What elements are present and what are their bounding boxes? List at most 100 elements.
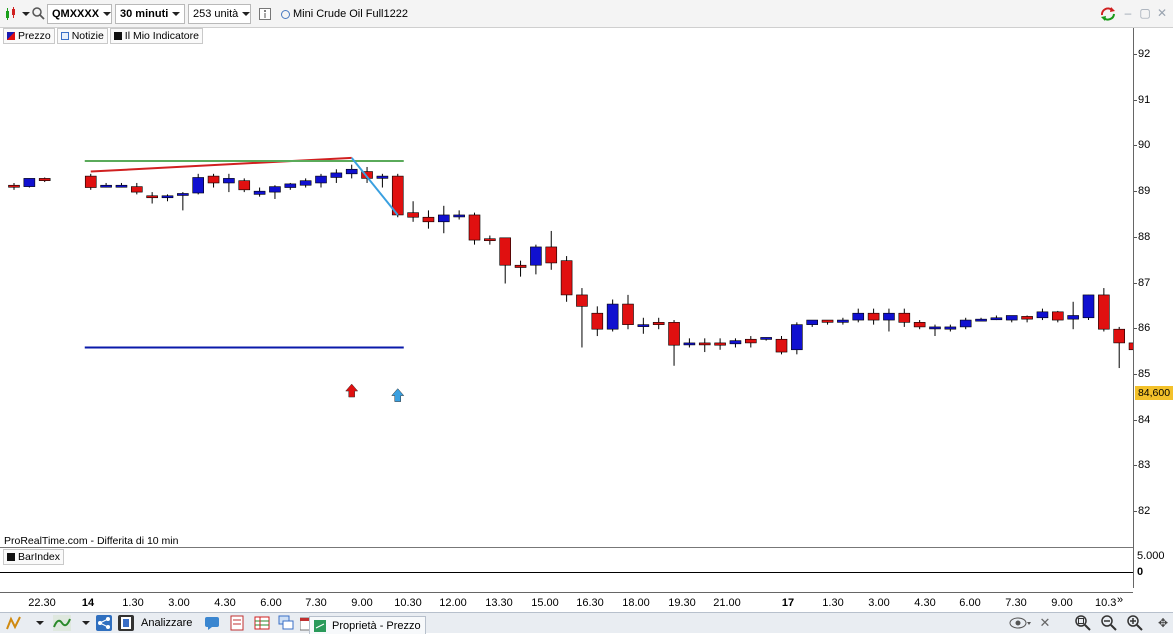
zoom-in-icon[interactable] [1127, 615, 1143, 631]
time-axis-tick: 21.00 [713, 597, 741, 609]
indicator-tool-icon[interactable] [53, 615, 71, 631]
zoom-fit-icon[interactable] [1075, 615, 1091, 631]
indicator-axis-top: 5.000 [1137, 550, 1165, 562]
candle-body [407, 212, 419, 218]
current-price-tag: 84,600 [1135, 386, 1173, 400]
chart-type-caret[interactable] [22, 12, 30, 16]
price-axis[interactable]: 92 91 90 89 88 87 86 85 84 83 82 [1133, 28, 1173, 588]
candle-body [514, 264, 527, 268]
time-axis-tick: 15.00 [531, 597, 559, 609]
indicator-caret[interactable] [82, 621, 90, 627]
candle-body [760, 337, 772, 340]
analyzer-icon[interactable] [118, 615, 134, 631]
candle-body [591, 312, 604, 330]
share-icon[interactable] [96, 615, 112, 631]
candle-body [161, 195, 174, 199]
search-icon[interactable] [31, 6, 45, 20]
candle-body [975, 318, 987, 322]
info-icon[interactable] [259, 8, 271, 20]
visibility-icon[interactable] [1009, 615, 1031, 631]
candle-body [8, 184, 20, 188]
timeframe-select[interactable]: 30 minuti [115, 4, 185, 24]
windows-icon[interactable] [278, 615, 294, 631]
candle-body [744, 338, 757, 344]
time-axis-tick: 19.30 [668, 597, 696, 609]
candle-body [238, 180, 251, 191]
candle-body [115, 184, 128, 188]
units-select[interactable]: 253 unità [188, 4, 251, 24]
close-icon[interactable]: ✕ [1156, 7, 1168, 19]
candle-body [1021, 316, 1033, 320]
panel-divider[interactable] [0, 547, 1133, 548]
candle-body [253, 190, 266, 195]
properties-tab[interactable]: Proprietà - Prezzo [309, 616, 426, 634]
candle-body [990, 317, 1003, 321]
table-icon[interactable] [254, 615, 270, 631]
minimize-icon[interactable]: – [1122, 7, 1134, 19]
time-axis[interactable]: 22.30 14 1.30 3.00 4.30 6.00 7.30 9.00 10.30 12.0… [0, 592, 1133, 612]
candle-body [560, 260, 573, 296]
sync-icon[interactable] [1099, 6, 1117, 22]
candle-body [913, 322, 926, 328]
candle-body [223, 178, 235, 184]
trendline [90, 156, 352, 173]
barindex-swatch-icon [7, 553, 15, 561]
candle-body [422, 216, 435, 223]
candle-body [545, 246, 558, 264]
time-axis-tick: 1.30 [122, 597, 144, 609]
legend-item-barindex[interactable]: BarIndex [3, 549, 65, 565]
properties-icon [314, 620, 326, 632]
candle-body [637, 324, 650, 327]
symbol-value: QMXXXX [52, 8, 100, 20]
zoom-out-icon[interactable] [1101, 615, 1117, 631]
candle-body [606, 303, 619, 330]
candle-body [944, 326, 957, 330]
trendline [350, 157, 399, 216]
candle-body [1113, 328, 1125, 344]
scroll-handle-icon[interactable]: ✥ [1155, 615, 1171, 631]
candle-body [668, 322, 680, 346]
candle-body [484, 238, 496, 242]
candle-body [806, 319, 819, 325]
close-panel-icon[interactable]: ✕ [1037, 615, 1053, 631]
signal-arrow-up-icon [345, 383, 359, 398]
drawing-tool-icon[interactable] [6, 615, 22, 631]
candle-body [453, 214, 465, 218]
symbol-select[interactable]: QMXXXX [47, 4, 112, 24]
instrument-status-icon [281, 10, 290, 19]
candle-body [652, 322, 665, 325]
candle-body [499, 237, 512, 266]
indicator-axis-zero: 0 [1137, 566, 1144, 578]
candle-body [852, 312, 865, 321]
time-axis-tick: 9.00 [351, 597, 373, 609]
price-axis-tick: 83 [1133, 459, 1151, 472]
candle-body [100, 184, 112, 188]
candle-body [269, 186, 281, 193]
candle-body [1005, 315, 1018, 321]
candle-body [437, 214, 450, 223]
time-axis-tick: 6.00 [260, 597, 282, 609]
candle-body [131, 186, 143, 193]
analyzer-button[interactable]: Analizzare [141, 617, 192, 629]
candle-body [23, 178, 36, 187]
maximize-icon[interactable]: ▢ [1139, 7, 1151, 19]
candle-body [84, 175, 97, 188]
price-axis-tick: 82 [1133, 505, 1151, 517]
price-axis-tick: 85 [1133, 367, 1151, 380]
time-axis-tick: 22.30 [28, 597, 56, 609]
time-axis-tick: 12.00 [439, 597, 467, 609]
time-axis-tick: 17 [781, 597, 795, 609]
scroll-right-icon[interactable]: » [1117, 594, 1123, 606]
tool-caret[interactable] [36, 621, 44, 627]
price-axis-tick: 86 [1133, 322, 1151, 335]
candle-body [837, 319, 849, 323]
candle-body [622, 303, 634, 325]
price-chart[interactable] [0, 28, 1133, 547]
chart-type-icon[interactable] [4, 6, 20, 22]
signal-arrow-up-icon [391, 388, 405, 402]
candle-body [315, 175, 327, 184]
legend-label: BarIndex [18, 551, 61, 563]
list-icon[interactable] [229, 615, 245, 631]
top-toolbar: QMXXXX 30 minuti 253 unità Mini Crude Oi… [0, 0, 1173, 28]
chat-icon[interactable] [204, 615, 220, 631]
